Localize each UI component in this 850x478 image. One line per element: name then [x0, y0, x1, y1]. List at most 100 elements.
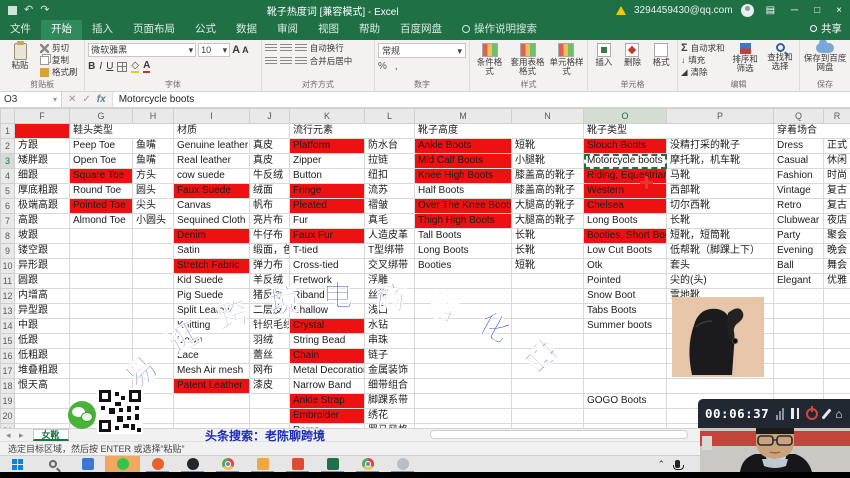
- cell-P9[interactable]: 低帮靴（脚踝上下）: [667, 244, 774, 259]
- cell-R13[interactable]: [824, 304, 850, 319]
- cell-F17[interactable]: 堆叠粗跟: [15, 364, 70, 379]
- cut-button[interactable]: 剪切: [40, 43, 78, 53]
- cell-O15[interactable]: [584, 334, 667, 349]
- cell-L4[interactable]: 纽扣: [365, 169, 415, 184]
- taskbar-start-icon[interactable]: [0, 456, 35, 473]
- cell-F5[interactable]: 厚底粗跟: [15, 184, 70, 199]
- cell-I16[interactable]: Lace: [174, 349, 250, 364]
- cell-Q8[interactable]: Party: [774, 229, 824, 244]
- underline-button[interactable]: U: [106, 61, 113, 72]
- cell-O9[interactable]: Low Cut Boots: [584, 244, 667, 259]
- cell-R9[interactable]: 晚会: [824, 244, 850, 259]
- cell-L3[interactable]: 拉链: [365, 154, 415, 169]
- cell-L16[interactable]: 链子: [365, 349, 415, 364]
- cell-J11[interactable]: 羊反绒: [250, 274, 290, 289]
- cell-N9[interactable]: 长靴: [512, 244, 584, 259]
- cell-K20[interactable]: Embroider: [290, 409, 365, 424]
- comma-style-button[interactable]: ,: [395, 61, 398, 72]
- ribbon-tab-数据[interactable]: 数据: [226, 18, 267, 40]
- cell-F2[interactable]: 方跟: [15, 139, 70, 154]
- save-icon[interactable]: [8, 6, 17, 15]
- merge-center-button[interactable]: 合并后居中: [310, 56, 353, 66]
- ribbon-tab-页面布局[interactable]: 页面布局: [123, 18, 185, 40]
- ribbon-tab-开始[interactable]: 开始: [41, 18, 82, 40]
- cell-K7[interactable]: Fur: [290, 214, 365, 229]
- cell-O18[interactable]: [584, 379, 667, 394]
- cell-H2[interactable]: 鱼嘴: [133, 139, 174, 154]
- cell-O13[interactable]: Tabs Boots: [584, 304, 667, 319]
- group-header-流行元素[interactable]: 流行元素: [290, 124, 415, 139]
- cell-H9[interactable]: [133, 244, 174, 259]
- row-header-15[interactable]: 15: [1, 334, 15, 349]
- cell-G3[interactable]: Open Toe: [70, 154, 133, 169]
- cell-K2[interactable]: Platform: [290, 139, 365, 154]
- font-size-select[interactable]: 10▾: [198, 43, 230, 57]
- cell-F20[interactable]: [15, 409, 70, 424]
- cell-K12[interactable]: Riband: [290, 289, 365, 304]
- cell-Q18[interactable]: [774, 379, 824, 394]
- format-as-table-button[interactable]: 套用表格格式: [509, 43, 546, 76]
- row-header-18[interactable]: 18: [1, 379, 15, 394]
- cell-Q11[interactable]: Elegant: [774, 274, 824, 289]
- taskbar-calculator-icon[interactable]: [70, 456, 105, 473]
- column-header-R[interactable]: R: [824, 109, 850, 124]
- cell-P6[interactable]: 切尔西靴: [667, 199, 774, 214]
- cell-O11[interactable]: Pointed: [584, 274, 667, 289]
- cell-Q4[interactable]: Fashion: [774, 169, 824, 184]
- group-header-靴子类型[interactable]: 靴子类型: [584, 124, 774, 139]
- tray-expand-icon[interactable]: ⌃: [657, 459, 665, 470]
- cell-F4[interactable]: 细跟: [15, 169, 70, 184]
- cell-O8[interactable]: Booties, Short Boots: [584, 229, 667, 244]
- tell-me-search[interactable]: 操作说明搜索: [462, 21, 537, 40]
- cell-R5[interactable]: 复古: [824, 184, 850, 199]
- avatar[interactable]: [741, 4, 754, 17]
- cell-O16[interactable]: [584, 349, 667, 364]
- cell-G4[interactable]: Square Toe: [70, 169, 133, 184]
- cell-L18[interactable]: 细带组合: [365, 379, 415, 394]
- row-header-7[interactable]: 7: [1, 214, 15, 229]
- cell-I11[interactable]: Kid Suede: [174, 274, 250, 289]
- percent-style-button[interactable]: %: [378, 61, 387, 72]
- taskbar-dark-browser-icon[interactable]: [175, 456, 210, 473]
- cell-J14[interactable]: 针织毛线: [250, 319, 290, 334]
- cell-H6[interactable]: 尖头: [133, 199, 174, 214]
- cell-J20[interactable]: [250, 409, 290, 424]
- cell-H17[interactable]: [133, 364, 174, 379]
- cell-K3[interactable]: Zipper: [290, 154, 365, 169]
- cell-K4[interactable]: Button: [290, 169, 365, 184]
- row-header-10[interactable]: 10: [1, 259, 15, 274]
- font-color-button[interactable]: A: [143, 60, 150, 73]
- cell-L20[interactable]: 绣花: [365, 409, 415, 424]
- cell-J16[interactable]: 蕾丝: [250, 349, 290, 364]
- font-name-select[interactable]: 微软雅黑▾: [88, 43, 196, 57]
- minimize-button[interactable]: ─: [787, 5, 802, 16]
- copy-button[interactable]: 复制: [40, 55, 78, 65]
- group-header-靴子高度[interactable]: 靴子高度: [415, 124, 584, 139]
- cell-L8[interactable]: 人造皮革: [365, 229, 415, 244]
- home-button[interactable]: ⌂: [835, 408, 842, 420]
- column-header-H[interactable]: H: [133, 109, 174, 124]
- undo-icon[interactable]: ↶: [24, 5, 33, 16]
- cell-H11[interactable]: [133, 274, 174, 289]
- cell-N19[interactable]: [512, 394, 584, 409]
- cell-L15[interactable]: 串珠: [365, 334, 415, 349]
- cell-K19[interactable]: Ankle Strap: [290, 394, 365, 409]
- cell-H10[interactable]: [133, 259, 174, 274]
- ribbon-tab-百度网盘[interactable]: 百度网盘: [390, 18, 452, 40]
- cell-N15[interactable]: [512, 334, 584, 349]
- cell-H4[interactable]: 方头: [133, 169, 174, 184]
- name-box[interactable]: O3 ▾: [0, 92, 62, 107]
- cell-P8[interactable]: 短靴，短筒靴: [667, 229, 774, 244]
- cell-G15[interactable]: [70, 334, 133, 349]
- cell-styles-button[interactable]: 单元格样式: [549, 43, 584, 76]
- align-bottom-icon[interactable]: [295, 44, 307, 53]
- cell-R10[interactable]: 舞会: [824, 259, 850, 274]
- cell-N20[interactable]: [512, 409, 584, 424]
- autosum-button[interactable]: Σ自动求和: [681, 43, 726, 53]
- column-header-O[interactable]: O: [584, 109, 667, 124]
- cell-R17[interactable]: [824, 364, 850, 379]
- pause-button[interactable]: [791, 408, 799, 419]
- cell-I19[interactable]: [174, 394, 250, 409]
- cell-F3[interactable]: 矮胖跟: [15, 154, 70, 169]
- cell-R2[interactable]: 正式: [824, 139, 850, 154]
